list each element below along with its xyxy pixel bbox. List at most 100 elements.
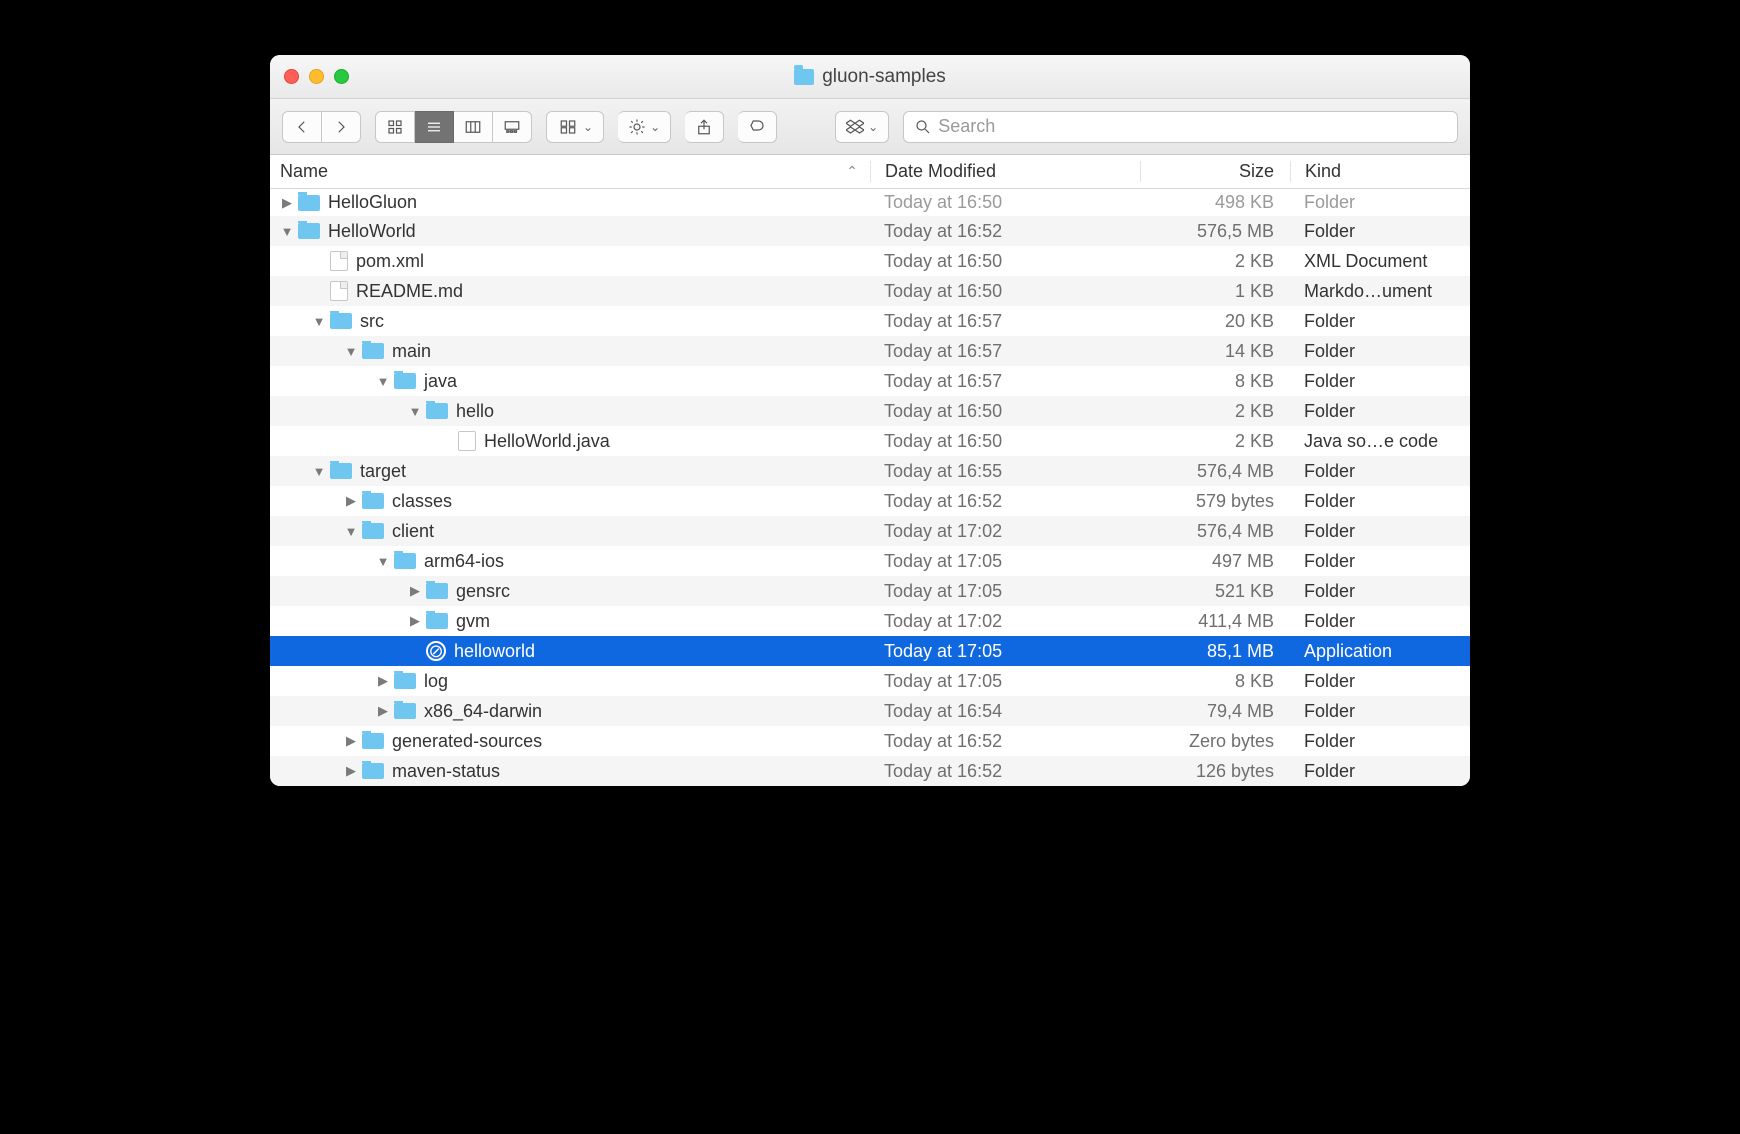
cell-date: Today at 17:02 [870, 611, 1140, 632]
disclosure-triangle-icon[interactable]: ▼ [376, 374, 390, 389]
disclosure-triangle-icon[interactable]: ▼ [280, 224, 294, 239]
folder-icon [394, 703, 416, 719]
file-row[interactable]: ▼clientToday at 17:02576,4 MBFolder [270, 516, 1470, 546]
disclosure-triangle-icon[interactable]: ▼ [408, 404, 422, 419]
file-row[interactable]: helloworldToday at 17:0585,1 MBApplicati… [270, 636, 1470, 666]
folder-icon [362, 523, 384, 539]
file-name: pom.xml [356, 251, 424, 272]
cell-size: 2 KB [1140, 251, 1290, 272]
folder-icon [362, 733, 384, 749]
folder-icon [362, 343, 384, 359]
tags-button[interactable] [738, 111, 777, 143]
file-row[interactable]: ▶gensrcToday at 17:05521 KBFolder [270, 576, 1470, 606]
cell-date: Today at 16:52 [870, 491, 1140, 512]
header-date[interactable]: Date Modified [870, 161, 1140, 182]
folder-icon [794, 69, 814, 85]
disclosure-triangle-icon[interactable]: ▶ [344, 733, 358, 749]
file-name: src [360, 311, 384, 332]
cell-name: ▼client [270, 521, 870, 542]
header-kind[interactable]: Kind [1290, 161, 1470, 182]
file-row[interactable]: ▶generated-sourcesToday at 16:52Zero byt… [270, 726, 1470, 756]
cell-date: Today at 16:50 [870, 192, 1140, 213]
cell-date: Today at 16:50 [870, 431, 1140, 452]
file-row[interactable]: README.mdToday at 16:501 KBMarkdo…ument [270, 276, 1470, 306]
file-row[interactable]: ▶classesToday at 16:52579 bytesFolder [270, 486, 1470, 516]
cell-size: Zero bytes [1140, 731, 1290, 752]
file-name: classes [392, 491, 452, 512]
column-headers: Name ⌃ Date Modified Size Kind [270, 155, 1470, 189]
file-row[interactable]: HelloWorld.javaToday at 16:502 KBJava so… [270, 426, 1470, 456]
file-row[interactable]: ▼targetToday at 16:55576,4 MBFolder [270, 456, 1470, 486]
cell-name: ▼HelloWorld [270, 221, 870, 242]
file-row[interactable]: ▼mainToday at 16:5714 KBFolder [270, 336, 1470, 366]
file-list: ▶HelloGluonToday at 16:50498 KBFolder▼He… [270, 189, 1470, 786]
file-row[interactable]: ▼helloToday at 16:502 KBFolder [270, 396, 1470, 426]
cell-date: Today at 16:54 [870, 701, 1140, 722]
gallery-view-button[interactable] [493, 111, 532, 143]
disclosure-triangle-icon[interactable]: ▼ [344, 524, 358, 539]
folder-icon [362, 493, 384, 509]
column-view-button[interactable] [454, 111, 493, 143]
file-name: java [424, 371, 457, 392]
cell-kind: Application [1290, 641, 1470, 662]
disclosure-triangle-icon[interactable]: ▶ [280, 195, 294, 211]
file-row[interactable]: ▶maven-statusToday at 16:52126 bytesFold… [270, 756, 1470, 786]
dropbox-button[interactable]: ⌄ [835, 111, 889, 143]
file-row[interactable]: ▼srcToday at 16:5720 KBFolder [270, 306, 1470, 336]
cell-date: Today at 16:52 [870, 761, 1140, 782]
share-button[interactable] [685, 111, 724, 143]
file-row[interactable]: ▶ x86_64-darwin Today at 16:5479,4 MBFolde… [270, 696, 1470, 726]
cell-size: 8 KB [1140, 671, 1290, 692]
forward-button[interactable] [322, 111, 361, 143]
cell-size: 79,4 MB [1140, 701, 1290, 722]
search-field[interactable] [903, 111, 1458, 143]
folder-icon [394, 553, 416, 569]
disclosure-triangle-icon[interactable]: ▶ [344, 763, 358, 779]
header-name[interactable]: Name ⌃ [270, 161, 870, 182]
file-name: x86_64-darwin [424, 701, 542, 722]
cell-size: 126 bytes [1140, 761, 1290, 782]
disclosure-triangle-icon[interactable]: ▶ [376, 703, 390, 719]
file-row[interactable]: ▼javaToday at 16:578 KBFolder [270, 366, 1470, 396]
disclosure-triangle-icon[interactable]: ▼ [312, 464, 326, 479]
cell-size: 576,4 MB [1140, 461, 1290, 482]
minimize-window-button[interactable] [309, 69, 324, 84]
cell-size: 411,4 MB [1140, 611, 1290, 632]
toolbar: ⌄ ⌄ ⌄ [270, 99, 1470, 155]
disclosure-triangle-icon[interactable]: ▶ [344, 493, 358, 509]
close-window-button[interactable] [284, 69, 299, 84]
file-row[interactable]: ▼arm64-iosToday at 17:05497 MBFolder [270, 546, 1470, 576]
cell-name: ▼hello [270, 401, 870, 422]
cell-kind: Folder [1290, 701, 1470, 722]
cell-size: 14 KB [1140, 341, 1290, 362]
disclosure-triangle-icon[interactable]: ▼ [376, 554, 390, 569]
cell-kind: Folder [1290, 311, 1470, 332]
disclosure-triangle-icon[interactable]: ▶ [376, 673, 390, 689]
cell-size: 579 bytes [1140, 491, 1290, 512]
file-row[interactable]: ▼HelloWorldToday at 16:52576,5 MBFolder [270, 216, 1470, 246]
search-input[interactable] [938, 116, 1447, 137]
group-button[interactable]: ⌄ [546, 111, 604, 143]
header-size[interactable]: Size [1140, 161, 1290, 182]
file-row[interactable]: ▶logToday at 17:058 KBFolder [270, 666, 1470, 696]
disclosure-triangle-icon[interactable]: ▼ [312, 314, 326, 329]
view-buttons [375, 111, 532, 143]
list-view-button[interactable] [415, 111, 454, 143]
file-row[interactable]: pom.xmlToday at 16:502 KBXML Document [270, 246, 1470, 276]
disclosure-triangle-icon[interactable]: ▶ [408, 613, 422, 629]
disclosure-triangle-icon[interactable]: ▼ [344, 344, 358, 359]
cell-name: README.md [270, 281, 870, 302]
icon-view-button[interactable] [375, 111, 415, 143]
cell-size: 85,1 MB [1140, 641, 1290, 662]
cell-size: 2 KB [1140, 431, 1290, 452]
back-button[interactable] [282, 111, 322, 143]
folder-icon [298, 195, 320, 211]
file-row[interactable]: ▶HelloGluonToday at 16:50498 KBFolder [270, 189, 1470, 216]
file-row[interactable]: ▶gvmToday at 17:02411,4 MBFolder [270, 606, 1470, 636]
action-button[interactable]: ⌄ [618, 111, 671, 143]
cell-date: Today at 17:05 [870, 671, 1140, 692]
zoom-window-button[interactable] [334, 69, 349, 84]
cell-date: Today at 17:05 [870, 581, 1140, 602]
titlebar[interactable]: gluon-samples [270, 55, 1470, 99]
disclosure-triangle-icon[interactable]: ▶ [408, 583, 422, 599]
